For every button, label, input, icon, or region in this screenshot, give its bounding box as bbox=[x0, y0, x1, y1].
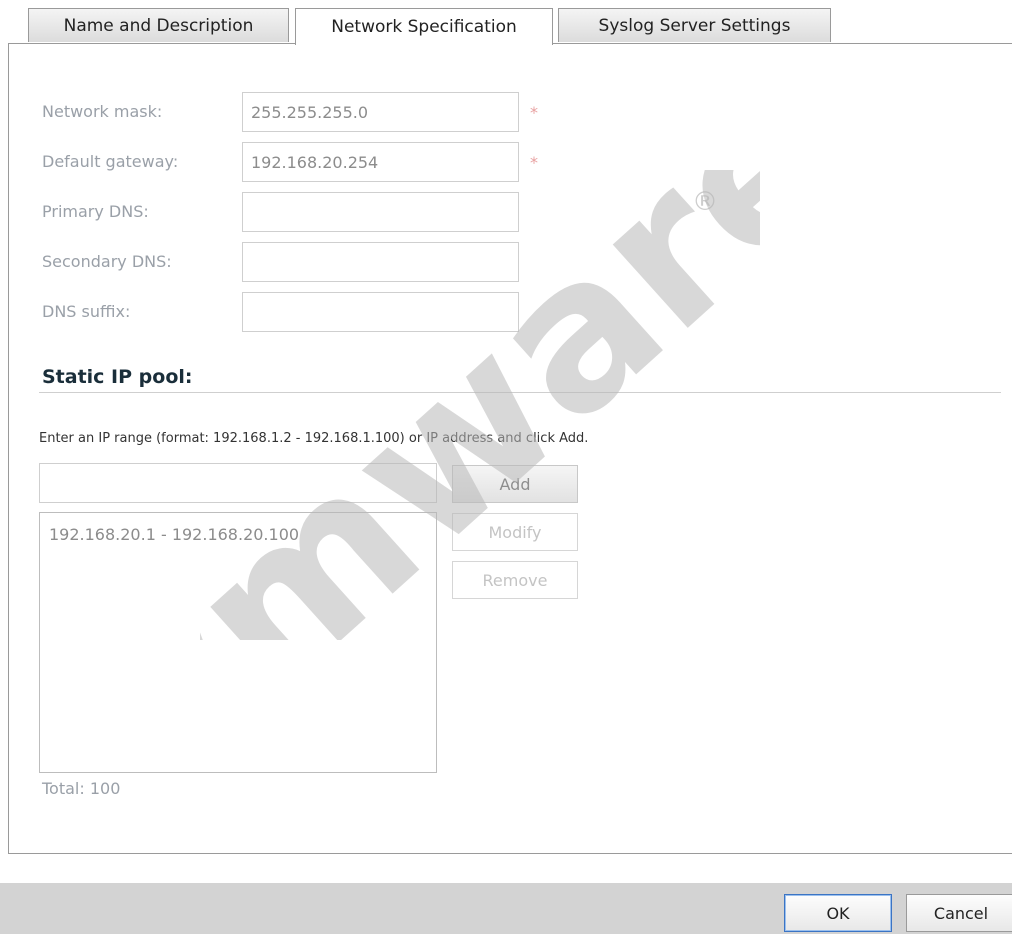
secondary-dns-label: Secondary DNS: bbox=[42, 252, 172, 271]
default-gateway-required-marker: * bbox=[530, 153, 538, 172]
dialog-footer: OK Cancel bbox=[0, 883, 1012, 934]
dialog-root: Name and Description Network Specificati… bbox=[0, 0, 1012, 934]
ok-button[interactable]: OK bbox=[784, 894, 892, 932]
dns-suffix-label: DNS suffix: bbox=[42, 302, 131, 321]
network-mask-required-marker: * bbox=[530, 103, 538, 122]
primary-dns-label: Primary DNS: bbox=[42, 202, 149, 221]
tab-network-specification[interactable]: Network Specification bbox=[295, 8, 553, 45]
primary-dns-field[interactable] bbox=[242, 192, 519, 232]
network-mask-label: Network mask: bbox=[42, 102, 163, 121]
section-divider bbox=[39, 392, 1001, 393]
static-ip-pool-title: Static IP pool: bbox=[42, 366, 193, 388]
dns-suffix-field[interactable] bbox=[242, 292, 519, 332]
network-mask-field[interactable] bbox=[242, 92, 519, 132]
add-button[interactable]: Add bbox=[452, 465, 578, 503]
default-gateway-field[interactable] bbox=[242, 142, 519, 182]
ip-range-hint: Enter an IP range (format: 192.168.1.2 -… bbox=[39, 431, 589, 446]
tab-name-and-description[interactable]: Name and Description bbox=[28, 8, 289, 42]
list-item[interactable]: 192.168.20.1 - 192.168.20.100 bbox=[49, 525, 299, 544]
ip-pool-list[interactable]: 192.168.20.1 - 192.168.20.100 bbox=[39, 512, 437, 773]
tab-syslog-server-settings[interactable]: Syslog Server Settings bbox=[558, 8, 831, 42]
network-specification-panel: Network mask: * Default gateway: * Prima… bbox=[8, 43, 1012, 854]
ip-pool-total: Total: 100 bbox=[42, 779, 121, 798]
secondary-dns-field[interactable] bbox=[242, 242, 519, 282]
remove-button[interactable]: Remove bbox=[452, 561, 578, 599]
modify-button[interactable]: Modify bbox=[452, 513, 578, 551]
default-gateway-label: Default gateway: bbox=[42, 152, 179, 171]
cancel-button[interactable]: Cancel bbox=[906, 894, 1012, 932]
ip-range-input[interactable] bbox=[39, 463, 437, 503]
